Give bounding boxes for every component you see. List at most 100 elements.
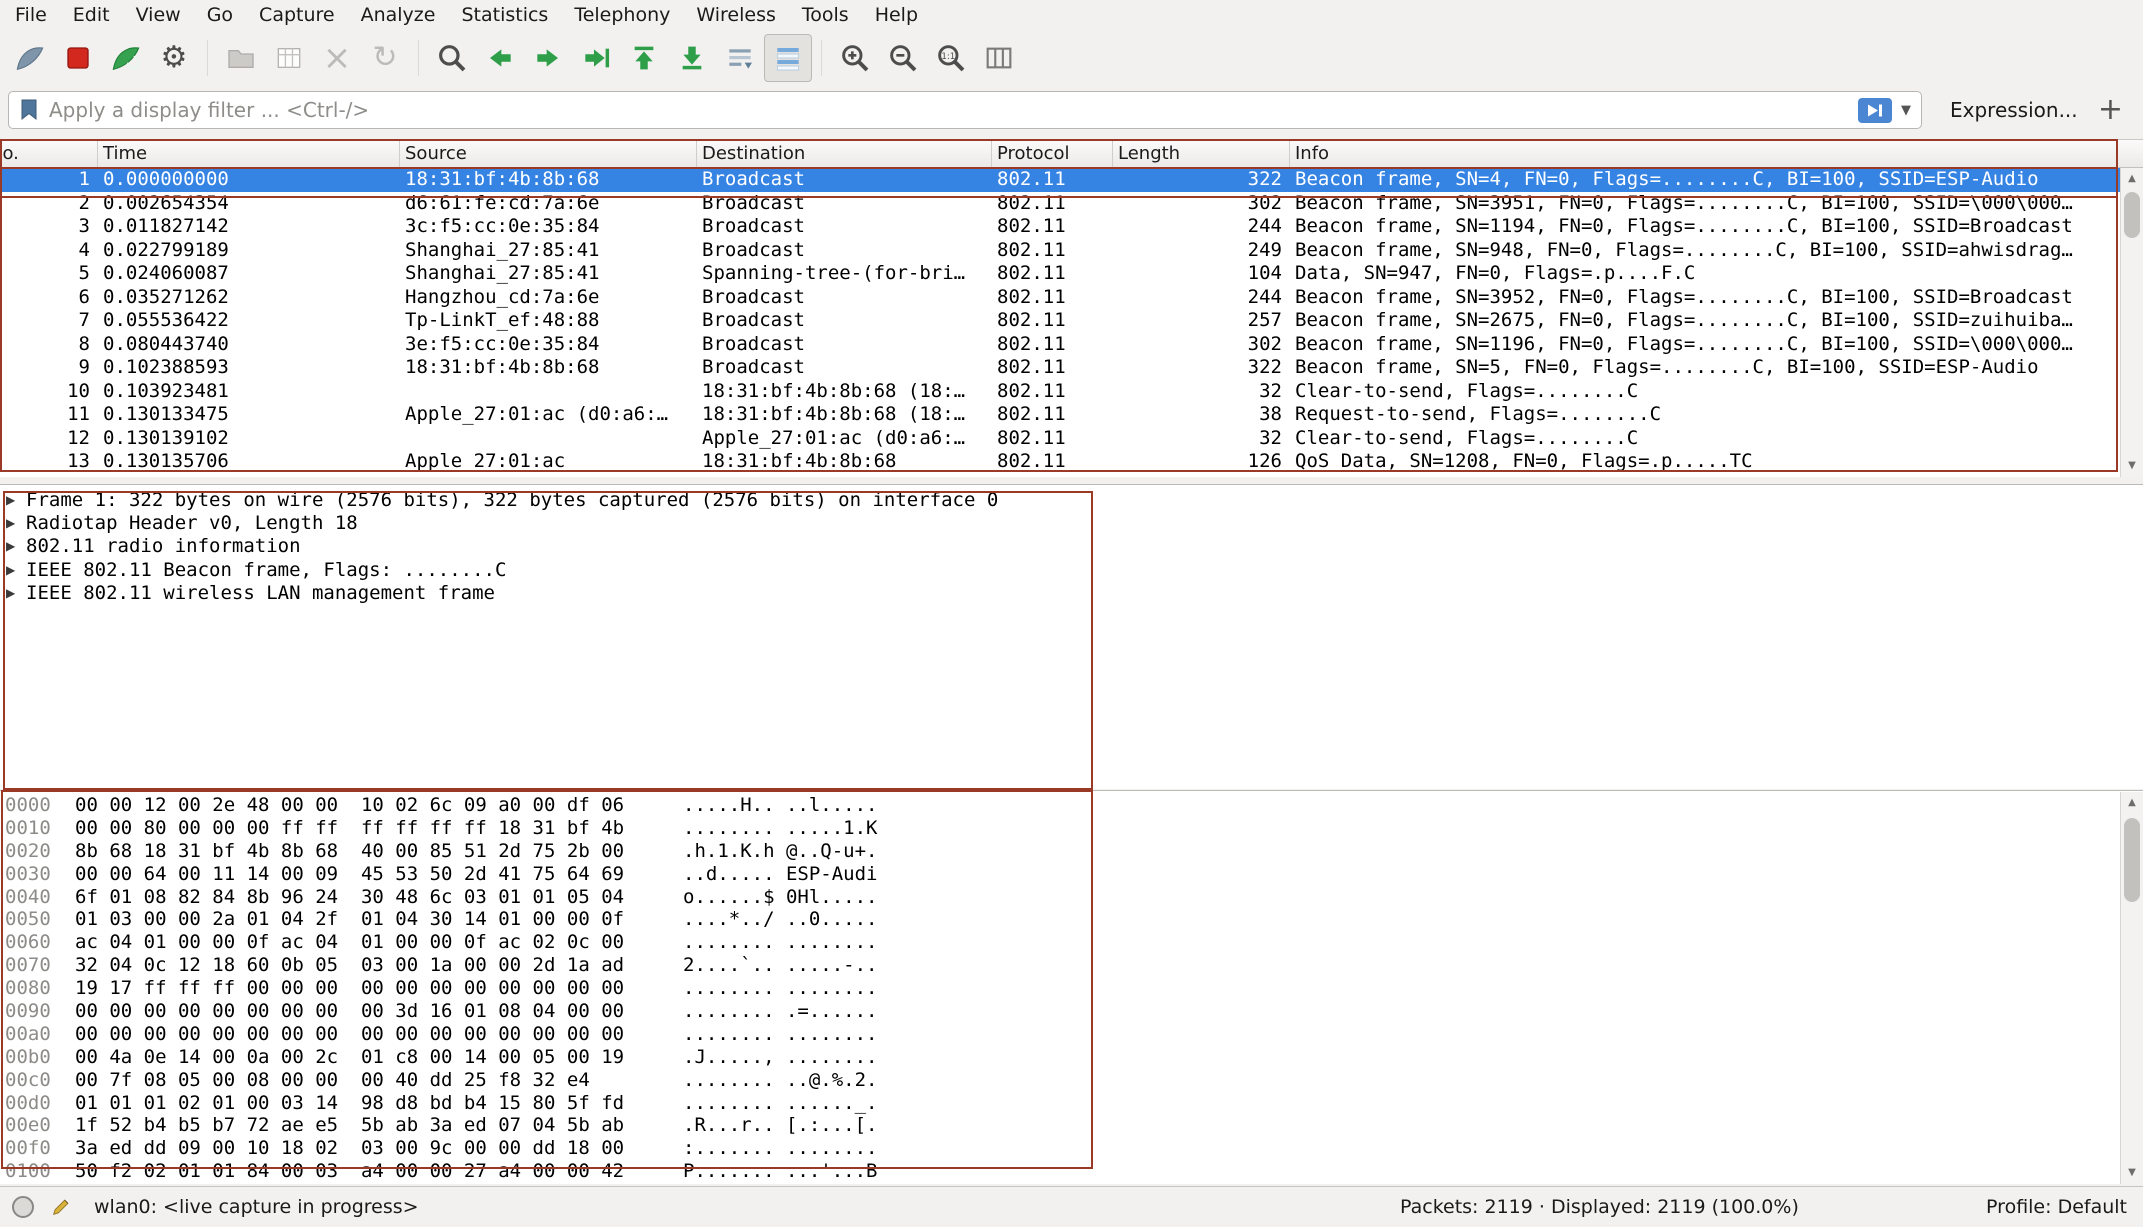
hex-row-0010[interactable]: 001000 00 80 00 00 00 ff ff ff ff ff ff … — [0, 817, 2143, 840]
expander-triangle-icon[interactable]: ▶ — [6, 493, 26, 507]
hex-row-0020[interactable]: 00208b 68 18 31 bf 4b 8b 68 40 00 85 51 … — [0, 840, 2143, 863]
hex-row-00d0[interactable]: 00d001 01 01 02 01 00 03 14 98 d8 bd b4 … — [0, 1092, 2143, 1115]
hex-row-00c0[interactable]: 00c000 7f 08 05 00 08 00 00 00 40 dd 25 … — [0, 1069, 2143, 1092]
packet-row-2[interactable]: 20.002654354d6:61:fe:cd:7a:6eBroadcast80… — [0, 192, 2120, 216]
column-header-source[interactable]: Source — [400, 140, 697, 167]
packet-row-1[interactable]: 10.00000000018:31:bf:4b:8b:68Broadcast80… — [0, 168, 2120, 192]
menu-edit[interactable]: Edit — [60, 0, 123, 30]
hex-row-0090[interactable]: 009000 00 00 00 00 00 00 00 00 3d 16 01 … — [0, 1000, 2143, 1023]
hex-row-00a0[interactable]: 00a000 00 00 00 00 00 00 00 00 00 00 00 … — [0, 1023, 2143, 1046]
column-header-protocol[interactable]: Protocol — [992, 140, 1113, 167]
open-file-button[interactable] — [217, 34, 265, 82]
menu-file[interactable]: File — [2, 0, 60, 30]
scrollbar-thumb[interactable] — [2124, 818, 2140, 902]
menu-go[interactable]: Go — [194, 0, 246, 30]
packet-row-3[interactable]: 30.0118271423c:f5:cc:0e:35:84Broadcast80… — [0, 215, 2120, 239]
hex-row-0100[interactable]: 010050 f2 02 01 01 84 00 03 a4 00 00 27 … — [0, 1160, 2143, 1183]
packet-row-11[interactable]: 110.130133475Apple_27:01:ac (d0:a6:…18:3… — [0, 403, 2120, 427]
filter-bookmark-icon[interactable] — [19, 98, 39, 122]
menu-telephony[interactable]: Telephony — [561, 0, 683, 30]
hex-row-0060[interactable]: 0060ac 04 01 00 00 0f ac 04 01 00 00 0f … — [0, 931, 2143, 954]
display-filter-box[interactable]: ▼ — [8, 91, 1922, 129]
save-file-button[interactable] — [265, 34, 313, 82]
apply-filter-button[interactable] — [1857, 97, 1893, 124]
display-filter-input[interactable] — [47, 97, 1851, 123]
expression-button[interactable]: Expression... — [1950, 98, 2078, 122]
hex-row-0070[interactable]: 007032 04 0c 12 18 60 0b 05 03 00 1a 00 … — [0, 954, 2143, 977]
hex-row-0050[interactable]: 005001 03 00 00 2a 01 04 2f 01 04 30 14 … — [0, 908, 2143, 931]
menu-help[interactable]: Help — [862, 0, 931, 30]
hex-row-0080[interactable]: 008019 17 ff ff ff 00 00 00 00 00 00 00 … — [0, 977, 2143, 1000]
go-to-bottom-button[interactable] — [668, 34, 716, 82]
stop-capture-button[interactable] — [54, 34, 102, 82]
menu-view[interactable]: View — [123, 0, 194, 30]
packet-row-8[interactable]: 80.0804437403e:f5:cc:0e:35:84Broadcast80… — [0, 333, 2120, 357]
packet-row-9[interactable]: 90.10238859318:31:bf:4b:8b:68Broadcast80… — [0, 356, 2120, 380]
menu-tools[interactable]: Tools — [789, 0, 862, 30]
expander-triangle-icon[interactable]: ▶ — [6, 539, 26, 553]
scroll-up-icon[interactable]: ▲ — [2121, 168, 2143, 190]
capture-comment-pencil-icon[interactable] — [50, 1196, 72, 1218]
packet-row-6[interactable]: 60.035271262Hangzhou_cd:7a:6eBroadcast80… — [0, 286, 2120, 310]
scroll-down-icon[interactable]: ▼ — [2121, 1162, 2143, 1184]
go-to-top-button[interactable] — [620, 34, 668, 82]
detail-line[interactable]: ▶IEEE 802.11 wireless LAN management fra… — [0, 582, 2143, 605]
go-to-packet-button[interactable] — [572, 34, 620, 82]
zoom-in-button[interactable] — [831, 34, 879, 82]
resize-columns-button[interactable] — [975, 34, 1023, 82]
cell-length: 126 — [1113, 450, 1290, 474]
packet-row-10[interactable]: 100.10392348118:31:bf:4b:8b:68 (18:…802.… — [0, 380, 2120, 404]
auto-scroll-button[interactable] — [716, 34, 764, 82]
scroll-up-icon[interactable]: ▲ — [2121, 792, 2143, 814]
hex-scrollbar[interactable]: ▲ ▼ — [2120, 792, 2143, 1184]
detail-line[interactable]: ▶802.11 radio information — [0, 535, 2143, 558]
column-header-info[interactable]: Info — [1290, 140, 2143, 167]
filter-dropdown-icon[interactable]: ▼ — [1901, 103, 1911, 118]
cell-source: 18:31:bf:4b:8b:68 — [400, 356, 697, 380]
hex-row-00b0[interactable]: 00b000 4a 0e 14 00 0a 00 2c 01 c8 00 14 … — [0, 1046, 2143, 1069]
hex-row-00f0[interactable]: 00f03a ed dd 09 00 10 18 02 03 00 9c 00 … — [0, 1137, 2143, 1160]
menu-statistics[interactable]: Statistics — [448, 0, 561, 30]
scrollbar-thumb[interactable] — [2124, 192, 2140, 238]
detail-line[interactable]: ▶Radiotap Header v0, Length 18 — [0, 511, 2143, 534]
profile-button[interactable]: Profile: Default — [1986, 1196, 2127, 1218]
hex-row-00e0[interactable]: 00e01f 52 b4 b5 b7 72 ae e5 5b ab 3a ed … — [0, 1114, 2143, 1137]
close-file-button[interactable]: × — [313, 34, 361, 82]
packet-list-scrollbar[interactable]: ▲ ▼ — [2120, 168, 2143, 477]
packet-row-13[interactable]: 130.130135706Apple_27:01:ac18:31:bf:4b:8… — [0, 450, 2120, 474]
expander-triangle-icon[interactable]: ▶ — [6, 563, 26, 577]
detail-line[interactable]: ▶Frame 1: 322 bytes on wire (2576 bits),… — [0, 488, 2143, 511]
menu-capture[interactable]: Capture — [246, 0, 348, 30]
packet-row-12[interactable]: 120.130139102Apple_27:01:ac (d0:a6:…802.… — [0, 427, 2120, 451]
start-capture-button[interactable] — [6, 34, 54, 82]
hex-row-0030[interactable]: 003000 00 64 00 11 14 00 09 45 53 50 2d … — [0, 863, 2143, 886]
cell-no: 7 — [0, 309, 98, 333]
detail-line[interactable]: ▶IEEE 802.11 Beacon frame, Flags: ......… — [0, 558, 2143, 581]
expander-triangle-icon[interactable]: ▶ — [6, 516, 26, 530]
packet-row-7[interactable]: 70.055536422Tp-LinkT_ef:48:88Broadcast80… — [0, 309, 2120, 333]
restart-capture-button[interactable] — [102, 34, 150, 82]
hex-row-0040[interactable]: 00406f 01 08 82 84 8b 96 24 30 48 6c 03 … — [0, 886, 2143, 909]
packet-row-5[interactable]: 50.024060087Shanghai_27:85:41Spanning-tr… — [0, 262, 2120, 286]
capture-options-button[interactable]: ⚙ — [150, 34, 198, 82]
go-forward-button[interactable] — [524, 34, 572, 82]
zoom-original-button[interactable]: 1:1 — [927, 34, 975, 82]
hex-ascii: 2....`.. .....-.. — [683, 954, 877, 977]
scroll-down-icon[interactable]: ▼ — [2121, 455, 2143, 477]
zoom-out-button[interactable] — [879, 34, 927, 82]
column-header-time[interactable]: Time — [98, 140, 400, 167]
colorize-button[interactable] — [764, 34, 812, 82]
column-header-destination[interactable]: Destination — [697, 140, 992, 167]
column-header-no[interactable]: No. — [0, 140, 98, 167]
hex-row-0000[interactable]: 000000 00 12 00 2e 48 00 00 10 02 6c 09 … — [0, 794, 2143, 817]
menu-analyze[interactable]: Analyze — [348, 0, 449, 30]
expert-info-icon[interactable] — [12, 1196, 34, 1218]
column-header-length[interactable]: Length — [1113, 140, 1290, 167]
add-filter-button[interactable]: + — [2098, 95, 2129, 125]
menu-wireless[interactable]: Wireless — [683, 0, 789, 30]
go-back-button[interactable] — [476, 34, 524, 82]
packet-row-4[interactable]: 40.022799189Shanghai_27:85:41Broadcast80… — [0, 239, 2120, 263]
reload-file-button[interactable]: ↻ — [361, 34, 409, 82]
expander-triangle-icon[interactable]: ▶ — [6, 586, 26, 600]
find-packet-button[interactable] — [428, 34, 476, 82]
